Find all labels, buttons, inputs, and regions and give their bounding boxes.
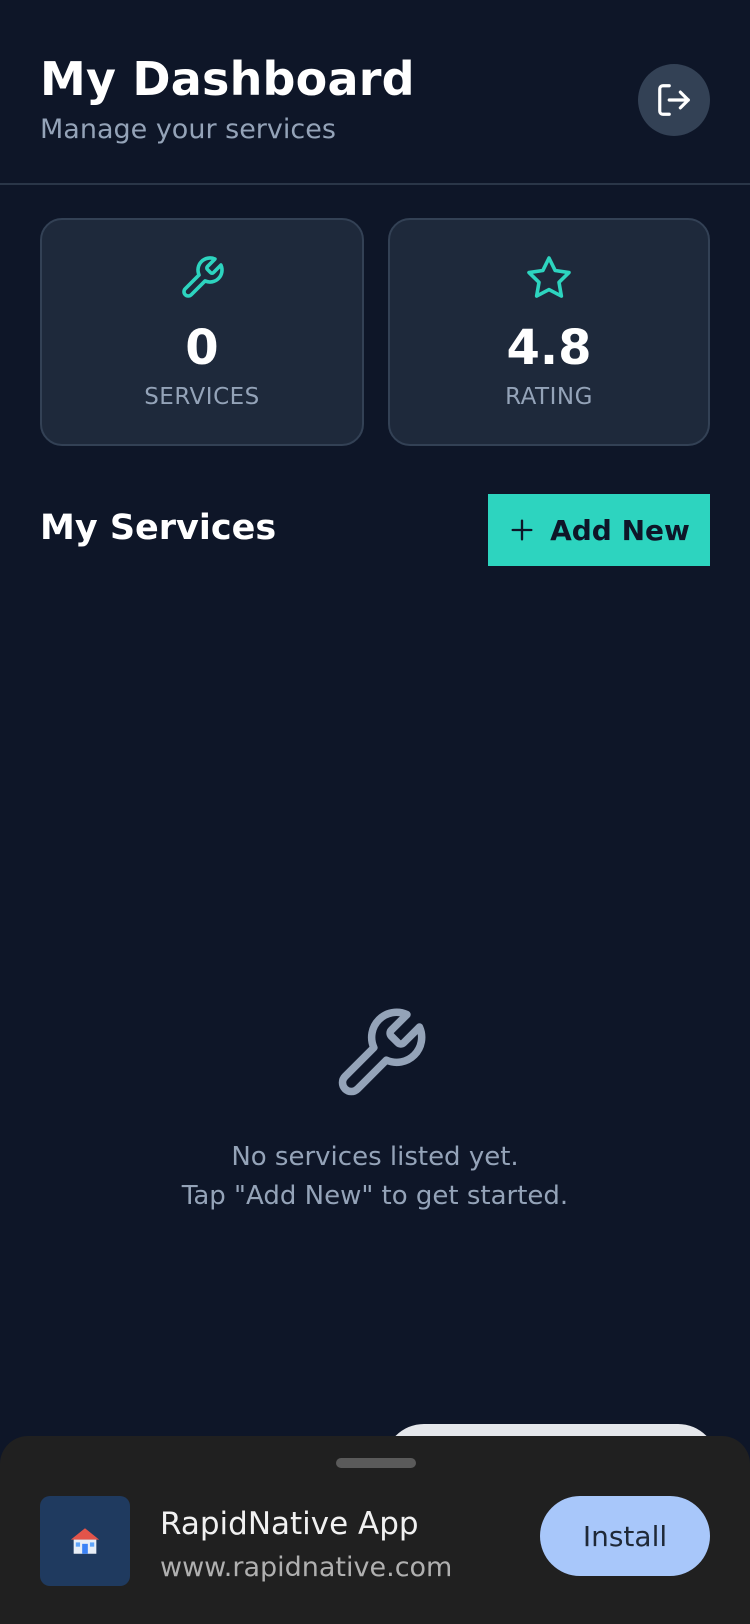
install-button[interactable]: Install — [540, 1496, 710, 1576]
add-new-label: Add New — [550, 513, 690, 547]
empty-state-line-1: No services listed yet. — [231, 1142, 519, 1172]
header: My Dashboard Manage your services — [0, 0, 750, 185]
wrench-icon — [338, 1008, 426, 1096]
install-banner: RapidNative App www.rapidnative.com Inst… — [0, 1436, 750, 1624]
services-label: SERVICES — [144, 384, 260, 410]
app-icon — [40, 1496, 130, 1586]
empty-state-line-2: Tap "Add New" to get started. — [181, 1181, 569, 1211]
logout-icon — [658, 84, 690, 116]
app-name: RapidNative App — [160, 1506, 419, 1542]
page-subtitle: Manage your services — [40, 114, 336, 145]
empty-state-message: No services listed yet. Tap "Add New" to… — [0, 1138, 750, 1216]
add-new-button[interactable]: Add New — [488, 494, 710, 566]
star-icon — [527, 256, 571, 298]
stat-card-services: 0 SERVICES — [40, 218, 364, 446]
section-title: My Services — [40, 508, 277, 548]
house-icon — [70, 1528, 100, 1554]
page-title: My Dashboard — [40, 52, 415, 106]
wrench-icon — [182, 256, 224, 298]
services-count: 0 — [185, 320, 219, 376]
sheet-drag-handle[interactable] — [336, 1458, 416, 1468]
plus-icon — [511, 519, 533, 541]
rating-value: 4.8 — [506, 320, 592, 376]
dashboard-screen: My Dashboard Manage your services 0 SERV… — [0, 0, 750, 1624]
logout-button[interactable] — [638, 64, 710, 136]
stat-card-rating: 4.8 RATING — [388, 218, 710, 446]
app-url: www.rapidnative.com — [160, 1552, 453, 1583]
rating-label: RATING — [505, 384, 593, 410]
